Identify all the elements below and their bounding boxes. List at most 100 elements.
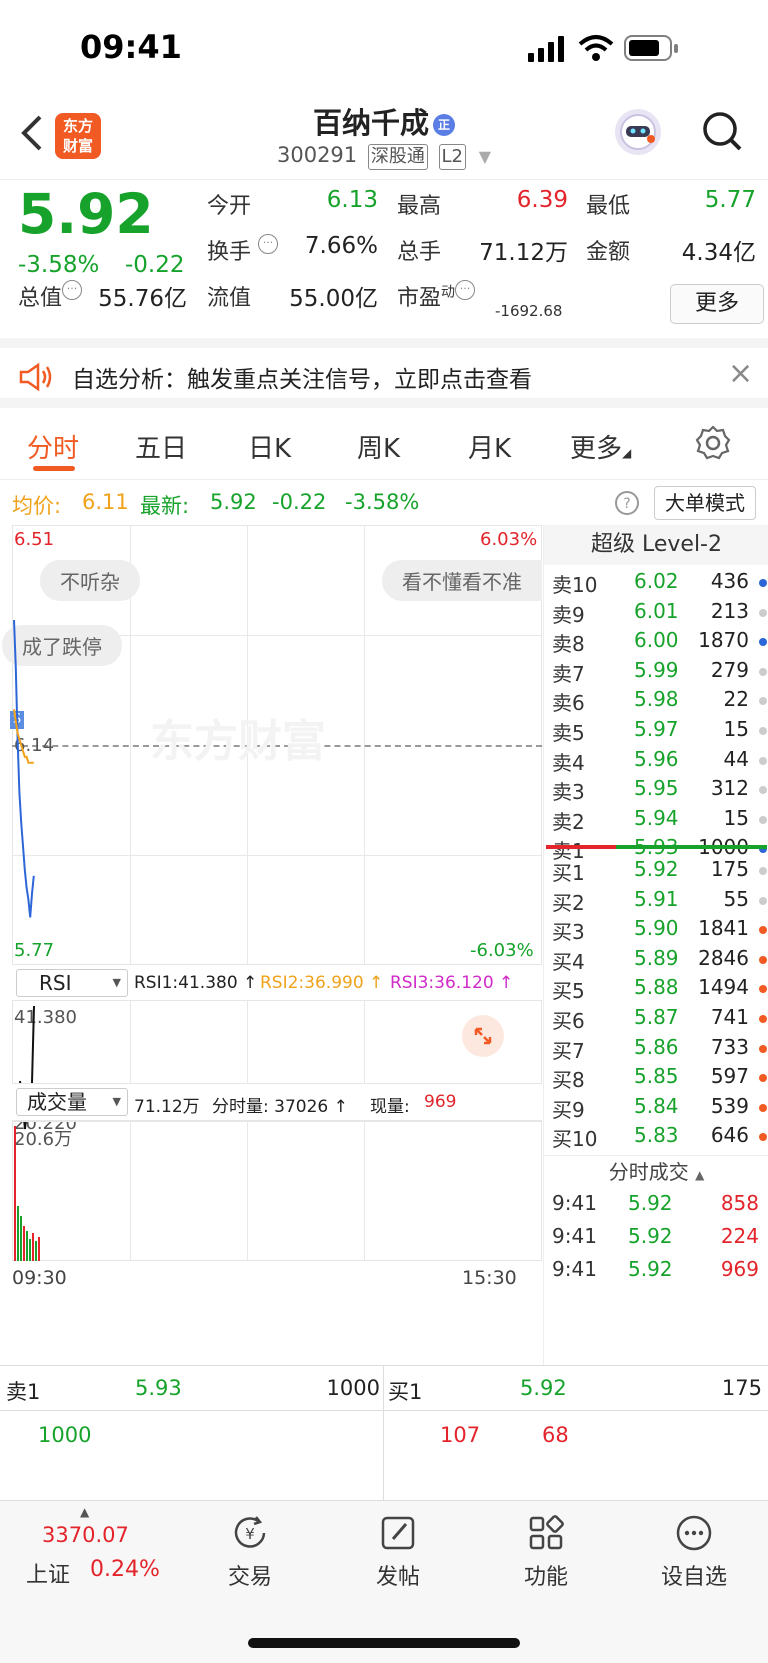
ask-volume: 1870	[698, 628, 749, 653]
add-watchlist-button[interactable]: 设自选	[634, 1513, 754, 1591]
ask-level: 卖3	[552, 780, 585, 805]
queue-bid-order: 107	[440, 1423, 481, 1447]
rsi-selector[interactable]: RSI ▼	[16, 969, 128, 997]
high-label: 最高	[397, 194, 442, 219]
more-quote-button[interactable]: 更多	[670, 284, 764, 324]
grid-line	[364, 1121, 365, 1261]
bid-price: 5.84	[634, 1093, 679, 1118]
amount-value: 4.34亿	[681, 240, 756, 266]
trade-row: 9:41 5.92 858	[552, 1191, 767, 1221]
registered-badge: 正	[433, 114, 455, 136]
order-dot-icon	[759, 756, 767, 765]
caret-up-icon: ▲	[80, 1505, 90, 1519]
help-icon[interactable]: ?	[614, 490, 640, 516]
assistant-avatar[interactable]	[615, 109, 661, 155]
index-ticker[interactable]: ▲ 3370.07 上证 0.24%	[0, 1501, 175, 1611]
ask-volume: 436	[710, 569, 749, 593]
ask-price: 5.94	[634, 805, 679, 830]
tab-more[interactable]: 更多◢	[570, 428, 631, 465]
trade-price: 5.92	[628, 1191, 673, 1215]
order-dot-icon	[759, 896, 767, 905]
bid-ask-summary: 卖1 5.93 1000 买1 5.92 175 1000 107 68	[0, 1365, 768, 1501]
ask-row: 卖4 5.96 44	[552, 747, 767, 777]
trade-button[interactable]: ¥ 交易	[190, 1513, 310, 1591]
order-dot-icon	[759, 786, 767, 795]
summary-row	[0, 1366, 768, 1411]
bid-level: 买10	[552, 1127, 598, 1152]
bid-row: 买6 5.87 741	[552, 1005, 767, 1035]
rsi3-value: RSI3:36.120 ↑	[390, 973, 514, 993]
tab-weekly-k[interactable]: 周K	[357, 428, 400, 465]
tab-monthly-k[interactable]: 月K	[468, 428, 511, 465]
rsi-selector-label: RSI	[39, 971, 72, 995]
ask-level: 卖10	[552, 573, 598, 597]
wifi-icon	[578, 35, 614, 61]
bid-row: 买5 5.88 1494	[552, 975, 767, 1005]
bid1-price: 5.92	[520, 1376, 567, 1400]
order-dot-icon	[759, 1133, 767, 1142]
bid-level: 买6	[552, 1009, 585, 1033]
pe-value: -1692.68	[495, 302, 563, 320]
analysis-notice[interactable]: 自选分析：触发重点关注信号，立即点击查看 ×	[0, 338, 768, 408]
price-info-row: 均价: 6.11 最新: 5.92 -0.22 -3.58% ? 大单模式	[0, 482, 768, 522]
now-volume: 969	[424, 1092, 457, 1112]
big-order-mode-button[interactable]: 大单模式	[654, 486, 756, 520]
order-dot-icon	[759, 815, 767, 824]
close-notice-button[interactable]: ×	[728, 356, 753, 391]
ask-level: 卖5	[552, 721, 585, 745]
trade-time: 9:41	[552, 1224, 597, 1248]
order-dot-icon	[759, 1044, 767, 1053]
avg-value: 6.11	[82, 490, 129, 514]
ask-volume: 22	[723, 687, 749, 712]
tab-intraday[interactable]: 分时	[27, 428, 79, 465]
mcap-label-text: 总值	[18, 286, 63, 311]
index-pct: 0.24%	[90, 1557, 160, 1582]
bid-price: 5.87	[634, 1005, 679, 1029]
mcap-label[interactable]: 总值 ···	[18, 280, 83, 312]
caret-down-icon: ▼	[478, 147, 492, 166]
ask-level: 卖7	[552, 661, 585, 686]
functions-button[interactable]: 功能	[486, 1513, 606, 1591]
bottom-toolbar: ▲ 3370.07 上证 0.24% ¥ 交易 发帖 功能 设自选	[0, 1500, 768, 1663]
last-change: -0.22	[272, 490, 327, 514]
tab-five-day[interactable]: 五日	[135, 428, 187, 465]
ask-price: 6.01	[634, 598, 679, 623]
settings-gear-icon[interactable]	[695, 425, 731, 461]
ask-volume: 15	[723, 805, 749, 830]
ask-price: 5.96	[634, 746, 679, 771]
bid-level: 买7	[552, 1038, 585, 1063]
ask-volume: 44	[723, 746, 749, 771]
ask-row: 卖3 5.95 312	[552, 776, 767, 806]
turnover-label[interactable]: 换手 ···	[207, 234, 279, 266]
post-label: 发帖	[375, 1565, 420, 1590]
bid-level: 买1	[552, 861, 585, 885]
ask-price: 5.99	[634, 657, 679, 682]
trade-volume: 224	[720, 1224, 759, 1248]
bid-level: 买2	[552, 890, 585, 915]
pe-label[interactable]: 市盈动 ···	[397, 280, 476, 312]
volume-total: 71.12万	[134, 1097, 200, 1117]
bid-level: 买8	[552, 1068, 585, 1093]
tab-daily-k[interactable]: 日K	[248, 428, 291, 465]
ask1-label: 卖1	[6, 1380, 41, 1404]
order-dot-icon	[759, 697, 767, 706]
high-value: 6.39	[516, 187, 568, 213]
open-value: 6.13	[326, 187, 378, 213]
volume-selector[interactable]: 成交量 ▼	[16, 1088, 128, 1116]
info-icon: ···	[62, 280, 83, 300]
turnover-label-text: 换手	[207, 240, 252, 265]
expand-button[interactable]	[462, 1015, 504, 1057]
search-button[interactable]	[702, 111, 742, 155]
grid-icon	[529, 1515, 564, 1550]
post-button[interactable]: 发帖	[338, 1513, 458, 1591]
order-dot-icon	[759, 985, 767, 994]
amount-label: 金额	[586, 240, 631, 265]
order-book-title: 超级 Level-2	[544, 525, 768, 565]
ask-price: 5.98	[634, 687, 679, 712]
signal-icon	[528, 36, 564, 62]
trade-price: 5.92	[628, 1224, 673, 1248]
volume-panel	[12, 1121, 542, 1261]
low-label: 最低	[586, 194, 631, 219]
trades-header[interactable]: 分时成交 ▲	[544, 1155, 768, 1187]
intraday-chart[interactable]: 东方财富 不听杂 看不懂看不准 成了跌停 6.51 6.03% 6.14 5.7…	[2, 525, 542, 1365]
